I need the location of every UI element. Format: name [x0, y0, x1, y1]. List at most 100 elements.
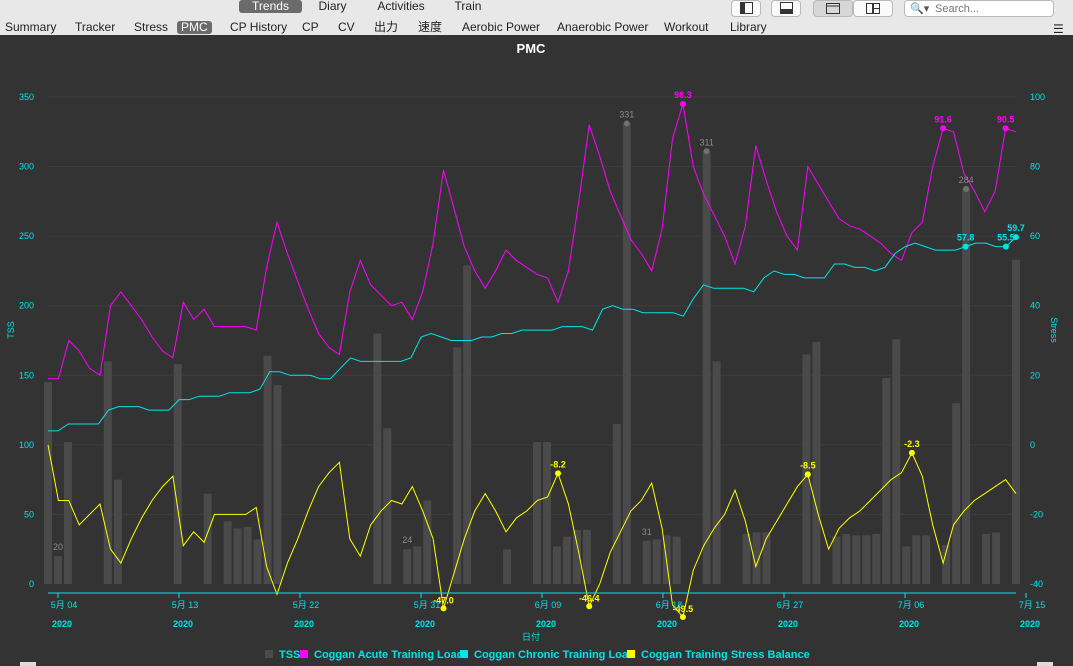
tss-bar — [702, 151, 711, 584]
tab-stress[interactable]: Stress — [134, 21, 168, 34]
tss-bar — [832, 536, 841, 584]
y-left-tick-label: 0 — [29, 579, 34, 589]
view-diary[interactable]: Diary — [310, 0, 355, 13]
tss-bar — [243, 526, 252, 584]
tss-bar — [852, 535, 861, 584]
tss-bar — [383, 428, 392, 584]
y-right-tick-label: 40 — [1030, 301, 1040, 311]
x-tick-label: 6月 18 — [656, 600, 683, 610]
toggle-bottom-panel-button[interactable] — [771, 0, 801, 17]
y-right-tick-label: 0 — [1030, 440, 1035, 450]
x-tick-label: 5月 13 — [172, 600, 199, 610]
tab-power[interactable]: 出力 — [374, 21, 398, 34]
tab-tracker[interactable]: Tracker — [75, 21, 115, 34]
y-left-tick-label: 50 — [24, 509, 34, 519]
tss-data-label: 284 — [959, 175, 974, 185]
tss-bar — [273, 385, 282, 584]
search-input[interactable] — [935, 2, 1045, 15]
tss-bar — [922, 535, 931, 584]
tss-bar — [413, 546, 422, 584]
legend: TSS Coggan Acute Training Load Coggan Chro… — [265, 649, 810, 661]
tss-data-label: 24 — [402, 535, 412, 545]
x-tick-label: 6月 09 — [535, 600, 562, 610]
tsb-marker — [804, 471, 811, 478]
y-right-tick-label: 100 — [1030, 92, 1045, 102]
tss-bar — [672, 536, 681, 584]
tss-marker — [623, 120, 630, 127]
tss-bar — [622, 123, 631, 585]
legend-label: TSS — [279, 649, 300, 661]
tss-bar — [842, 533, 851, 584]
x-tick-year: 2020 — [52, 619, 72, 629]
x-tick-label: 5月 04 — [51, 600, 78, 610]
grid-lines — [48, 96, 1016, 515]
bottom-panel-icon — [780, 2, 793, 14]
tss-bar — [253, 539, 262, 584]
series-line-3 — [47, 444, 1017, 619]
tss-bar — [652, 539, 661, 584]
resize-handle-left[interactable] — [20, 662, 36, 666]
tsb-marker — [555, 470, 562, 477]
search-box[interactable]: 🔍▾ — [904, 0, 1054, 17]
tss-bar — [63, 442, 72, 584]
y-right-tick-label: 80 — [1030, 162, 1040, 172]
tab-anaerobic-power[interactable]: Anaerobic Power — [557, 21, 648, 34]
tab-cp[interactable]: CP — [302, 21, 319, 34]
x-tick-label: 5月 22 — [293, 600, 320, 610]
tab-aerobic-power[interactable]: Aerobic Power — [462, 21, 540, 34]
tab-speed[interactable]: 速度 — [418, 21, 442, 34]
tab-library[interactable]: Library — [730, 21, 767, 34]
tss-bar — [1012, 259, 1020, 584]
tss-bar — [892, 339, 901, 584]
tss-bar — [712, 361, 721, 584]
view-train[interactable]: Train — [448, 0, 488, 13]
layout-single-button[interactable] — [813, 0, 853, 17]
tss-bar — [762, 532, 771, 584]
tss-bar — [982, 533, 991, 584]
tss-bar — [562, 536, 571, 584]
tsb-marker — [908, 449, 915, 456]
tab-workout[interactable]: Workout — [664, 21, 708, 34]
x-tick-year: 2020 — [536, 619, 556, 629]
view-trends[interactable]: Trends — [239, 0, 302, 13]
toggle-sidebar-button[interactable] — [731, 0, 761, 17]
legend-swatch — [300, 650, 308, 658]
layout-tiled-button[interactable] — [853, 0, 893, 17]
tab-summary[interactable]: Summary — [5, 21, 56, 34]
x-tick-year: 2020 — [657, 619, 677, 629]
tss-bar — [463, 265, 472, 584]
tss-bar — [44, 382, 52, 584]
tss-bar — [203, 493, 212, 584]
tss-bar — [423, 500, 432, 584]
tss-bar — [173, 364, 182, 584]
x-tick-year: 2020 — [173, 619, 193, 629]
tab-cv[interactable]: CV — [338, 21, 355, 34]
y-left-axis-title: TSS — [6, 321, 16, 339]
atl-marker — [679, 100, 686, 107]
x-tick-label: 6月 27 — [777, 600, 804, 610]
tss-bar — [263, 355, 272, 584]
tss-bar — [403, 549, 412, 584]
legend-label: Coggan Training Stress Balance — [641, 649, 810, 661]
tss-bar — [912, 535, 921, 584]
tab-cp-history[interactable]: CP History — [230, 21, 287, 34]
tab-pmc[interactable]: PMC — [177, 21, 212, 34]
tss-bar — [453, 347, 462, 584]
atl-data-label: 98.3 — [674, 90, 692, 100]
y-left-tick-label: 250 — [19, 231, 34, 241]
single-layout-icon — [826, 3, 840, 14]
tss-bar — [992, 532, 1001, 584]
atl-marker — [940, 125, 947, 132]
tss-data-label: 331 — [619, 109, 634, 119]
x-tick-year: 2020 — [899, 619, 919, 629]
tss-bar — [373, 333, 382, 584]
ctl-data-label: 57.8 — [957, 233, 975, 243]
resize-handle-right[interactable] — [1037, 662, 1053, 666]
hamburger-menu-icon[interactable]: ☰ — [1053, 23, 1064, 35]
tss-bar — [552, 546, 561, 584]
x-tick-year: 2020 — [294, 619, 314, 629]
tss-bar — [952, 403, 961, 584]
view-activities[interactable]: Activities — [372, 0, 430, 13]
tsb-data-label: -2.3 — [904, 439, 920, 449]
tss-bar — [862, 535, 871, 584]
